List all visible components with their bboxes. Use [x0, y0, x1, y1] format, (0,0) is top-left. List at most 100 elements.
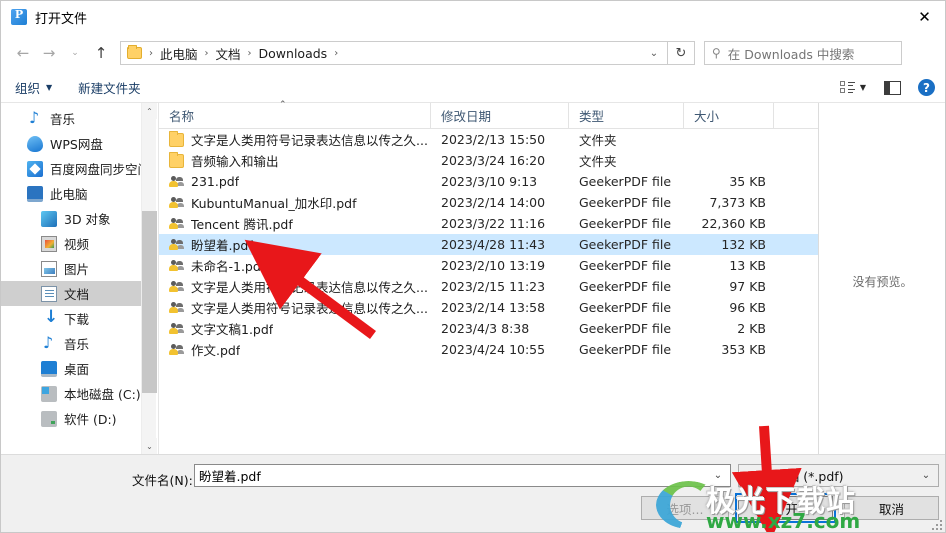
disk-icon [41, 410, 57, 427]
wps-cloud-icon [27, 135, 43, 152]
window-title: 打开文件 [35, 11, 88, 27]
music-icon [41, 333, 57, 352]
breadcrumb-item-0[interactable]: 此电脑 [160, 44, 198, 63]
column-header-type[interactable]: 类型 [569, 102, 684, 129]
navigation-pane: 音乐WPS网盘百度网盘同步空间此电脑3D 对象视频图片文档下载音乐桌面本地磁盘 … [1, 103, 158, 454]
table-row[interactable]: 盼望着.pdf 2023/4/28 11:43 GeekerPDF file 132 … [159, 234, 818, 255]
sidebar-item-label: 音乐 [64, 337, 90, 352]
sidebar-item-9[interactable]: 音乐 [1, 331, 141, 356]
file-size-cell: 97 KB [729, 279, 766, 294]
scroll-down-icon[interactable]: ⌄ [142, 438, 157, 454]
table-row[interactable]: 作文.pdf 2023/4/24 10:55 GeekerPDF file 353 K… [159, 339, 818, 360]
sidebar-item-label: 视频 [64, 237, 90, 252]
sidebar-item-8[interactable]: 下载 [1, 306, 141, 331]
folder-icon [169, 152, 184, 168]
sidebar-item-5[interactable]: 视频 [1, 231, 141, 256]
up-icon[interactable]: ↑ [88, 39, 114, 67]
sidebar-item-label: 下载 [64, 312, 90, 327]
breadcrumb-item-1[interactable]: 文档 [216, 44, 241, 63]
file-size-cell: 22,360 KB [701, 216, 766, 231]
scrollbar-thumb[interactable] [142, 211, 157, 393]
file-name-cell: 文字是人类用符号记录表达信息以传之久... [159, 277, 431, 296]
help-icon[interactable]: ? [918, 79, 935, 96]
sidebar-item-0[interactable]: 音乐 [1, 106, 141, 131]
table-row[interactable]: 音频输入和输出 2023/3/24 16:20 文件夹 [159, 150, 818, 171]
table-row[interactable]: 文字文稿1.pdf 2023/4/3 8:38 GeekerPDF file 2 KB [159, 318, 818, 339]
column-header-date[interactable]: 修改日期 [431, 102, 569, 129]
file-name-cell: 作文.pdf [159, 340, 431, 359]
file-type-cell: 文件夹 [579, 154, 617, 169]
sidebar-item-2[interactable]: 百度网盘同步空间 [1, 156, 141, 181]
file-size-cell: 13 KB [729, 258, 766, 273]
scroll-up-icon[interactable]: ⌃ [142, 103, 157, 119]
table-row[interactable]: 文字是人类用符号记录表达信息以传之久... 2023/2/13 15:50 文件夹 [159, 129, 818, 150]
file-name-label: 文字是人类用符号记录表达信息以传之久... [191, 133, 428, 148]
sidebar-item-7[interactable]: 文档 [1, 281, 141, 306]
filename-input[interactable]: 盼望着.pdf ⌄ [194, 464, 731, 487]
file-date-cell: 2023/2/13 15:50 [441, 132, 546, 147]
recent-locations-icon[interactable]: ⌄ [62, 39, 88, 67]
file-size-cell: 35 KB [729, 174, 766, 189]
sidebar-item-label: WPS网盘 [50, 137, 103, 152]
pdf-file-icon [169, 196, 184, 210]
breadcrumb-separator: › [149, 47, 153, 59]
local-disk-icon [41, 385, 57, 402]
forward-icon[interactable]: → [36, 39, 62, 67]
table-row[interactable]: 文字是人类用符号记录表达信息以传之久... 2023/2/15 11:23 Geek… [159, 276, 818, 297]
table-row[interactable]: Tencent 腾讯.pdf 2023/3/22 11:16 GeekerPDF f… [159, 213, 818, 234]
sidebar-item-12[interactable]: 软件 (D:) [1, 406, 141, 431]
new-folder-button[interactable]: 新建文件夹 [78, 78, 141, 97]
file-date-cell: 2023/3/24 16:20 [441, 153, 546, 168]
file-size-cell: 96 KB [729, 300, 766, 315]
sidebar-item-6[interactable]: 图片 [1, 256, 141, 281]
sidebar-item-3[interactable]: 此电脑 [1, 181, 141, 206]
view-layout-icon[interactable] [839, 81, 856, 94]
chevron-down-icon[interactable]: ▼ [860, 83, 866, 92]
organize-button[interactable]: 组织 ▼ [15, 78, 52, 97]
file-name-cell: 音频输入和输出 [159, 151, 431, 170]
view-controls: ▼ ? [839, 79, 935, 96]
sidebar-item-1[interactable]: WPS网盘 [1, 131, 141, 156]
table-row[interactable]: 未命名-1.pdf 2023/2/10 13:19 GeekerPDF file 13… [159, 255, 818, 276]
sidebar-item-10[interactable]: 桌面 [1, 356, 141, 381]
file-name-label: 作文.pdf [191, 343, 241, 358]
file-type-cell: GeekerPDF file [579, 300, 672, 315]
sidebar-item-4[interactable]: 3D 对象 [1, 206, 141, 231]
this-pc-icon [27, 185, 43, 202]
table-row[interactable]: 文字是人类用符号记录表达信息以传之久... 2023/2/14 13:58 Geek… [159, 297, 818, 318]
breadcrumb[interactable]: › 此电脑 › 文档 › Downloads › ⌄ [120, 41, 668, 65]
breadcrumb-item-2[interactable]: Downloads [259, 46, 328, 61]
navigation-bar: ← → ⌄ ↑ › 此电脑 › 文档 › Downloads › ⌄ ↻ ⚲ 在… [1, 33, 945, 73]
pdf-file-icon [169, 322, 184, 336]
documents-icon [41, 285, 57, 302]
table-row[interactable]: 231.pdf 2023/3/10 9:13 GeekerPDF file 35 KB [159, 171, 818, 192]
file-name-label: 盼望着.pdf [191, 238, 253, 253]
breadcrumb-separator: › [247, 47, 252, 59]
close-icon[interactable]: ✕ [902, 1, 945, 32]
pdf-file-icon [169, 238, 184, 252]
column-header-size[interactable]: 大小 [684, 102, 774, 129]
music-icon [27, 108, 43, 127]
back-icon[interactable]: ← [10, 39, 36, 67]
file-size-cell: 7,373 KB [709, 195, 766, 210]
refresh-icon[interactable]: ↻ [668, 41, 695, 65]
chevron-down-icon[interactable]: ⌄ [641, 42, 667, 64]
file-date-cell: 2023/3/10 9:13 [441, 174, 538, 189]
sidebar-item-label: 文档 [64, 287, 90, 302]
organize-label: 组织 [15, 81, 41, 96]
sidebar-item-11[interactable]: 本地磁盘 (C:) [1, 381, 141, 406]
chevron-down-icon: ▼ [46, 83, 53, 92]
downloads-icon [41, 307, 58, 327]
table-row[interactable]: KubuntuManual_加水印.pdf 2023/2/14 14:00 Geek… [159, 192, 818, 213]
sidebar-item-label: 3D 对象 [64, 212, 111, 227]
folder-icon [169, 131, 184, 147]
preview-pane-icon[interactable] [884, 80, 901, 95]
pdf-file-icon [169, 217, 184, 231]
column-header-name[interactable]: 名称 ⌃ [159, 100, 431, 129]
file-name-label: 文字文稿1.pdf [191, 322, 274, 337]
search-input[interactable]: ⚲ 在 Downloads 中搜索 [704, 41, 902, 65]
pdf-file-icon [169, 280, 184, 294]
file-date-cell: 2023/2/15 11:23 [441, 279, 546, 294]
navigation-scrollbar[interactable]: ⌃ ⌄ [141, 103, 157, 454]
file-list-pane: 名称 ⌃ 修改日期 类型 大小 文字是人类用符号记录表达信息以传之久... 202… [158, 100, 818, 454]
